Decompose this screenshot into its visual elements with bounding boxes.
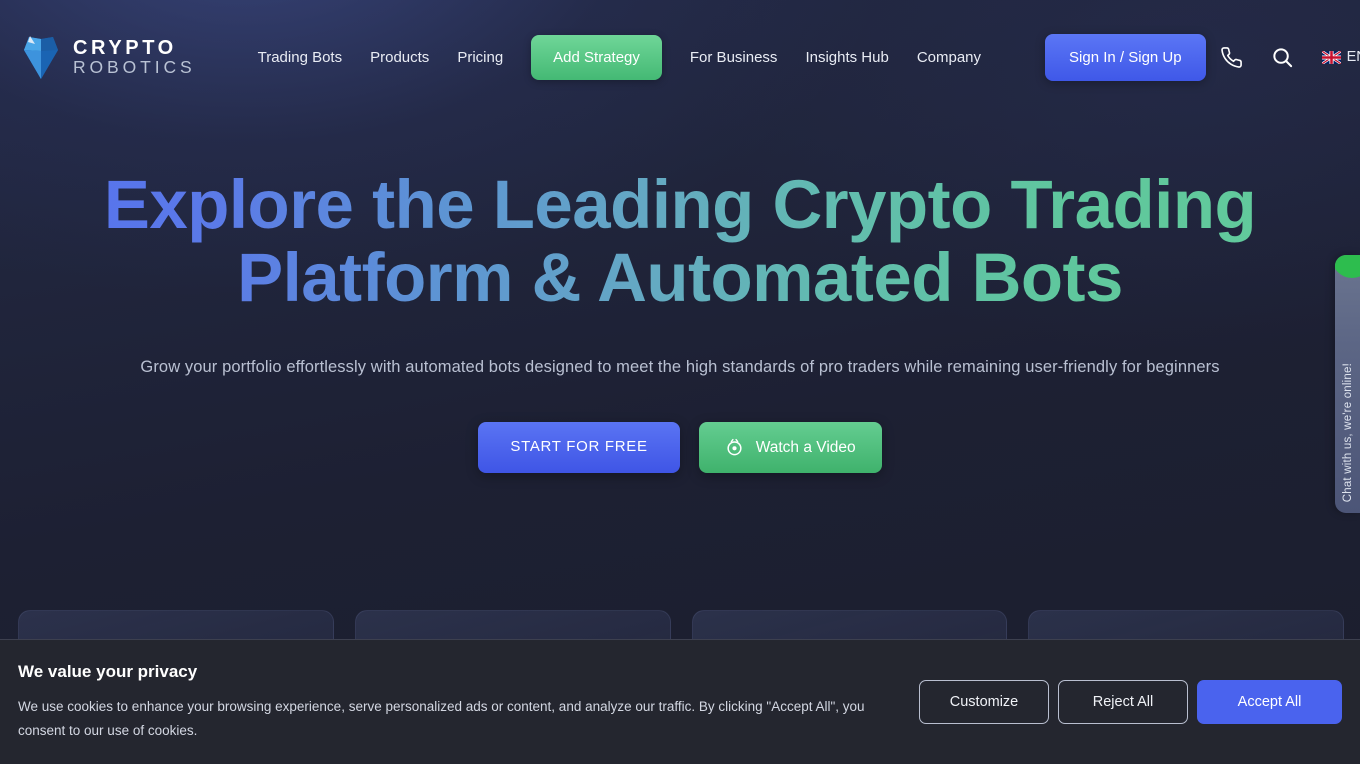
header-utility-icons: EN (1206, 38, 1360, 77)
play-circle-icon (727, 439, 742, 456)
cookie-consent-banner: We value your privacy We use cookies to … (0, 639, 1360, 764)
customize-cookies-button[interactable]: Customize (919, 680, 1049, 724)
cookie-banner-body: We use cookies to enhance your browsing … (18, 698, 865, 738)
hero-subtitle: Grow your portfolio effortlessly with au… (140, 358, 1220, 377)
phone-icon[interactable] (1206, 38, 1257, 77)
watch-a-video-button[interactable]: Watch a Video (698, 422, 882, 474)
start-for-free-button[interactable]: START FOR FREE (478, 422, 680, 474)
cookie-banner-buttons: Customize Reject All Accept All (919, 680, 1342, 724)
language-selector[interactable]: EN (1308, 41, 1360, 73)
chat-widget-tab[interactable]: Chat with us, we're online! (1335, 255, 1360, 513)
page-title: Explore the Leading Crypto Trading Platf… (0, 168, 1360, 314)
nav-item-trading-bots[interactable]: Trading Bots (244, 39, 357, 76)
nav-item-company[interactable]: Company (903, 39, 995, 76)
logo[interactable]: CRYPTO ROBOTICS (22, 35, 196, 80)
search-icon[interactable] (1257, 38, 1308, 77)
watch-a-video-label: Watch a Video (755, 438, 856, 456)
uk-flag-icon (1321, 50, 1341, 64)
main-navigation: Trading Bots Products Pricing Add Strate… (244, 33, 1206, 81)
nav-item-insights-hub[interactable]: Insights Hub (791, 39, 902, 76)
chat-widget-label: Chat with us, we're online! (1341, 362, 1354, 502)
language-code: EN (1346, 49, 1360, 65)
nav-item-for-business[interactable]: For Business (676, 39, 792, 76)
cookie-banner-title: We value your privacy (18, 661, 198, 681)
hero-cta-row: START FOR FREE Watch a Video (0, 422, 1360, 474)
logo-text: CRYPTO ROBOTICS (73, 38, 196, 77)
sign-in-sign-up-button[interactable]: Sign In / Sign Up (1045, 33, 1206, 81)
site-header: CRYPTO ROBOTICS Trading Bots Products Pr… (0, 0, 1360, 140)
chat-online-status-indicator (1335, 255, 1360, 278)
cookie-text-column: We value your privacy We use cookies to … (18, 662, 919, 742)
page-root: CRYPTO ROBOTICS Trading Bots Products Pr… (0, 0, 1360, 764)
hero-section: Explore the Leading Crypto Trading Platf… (0, 168, 1360, 474)
logo-line-1: CRYPTO (73, 36, 177, 59)
gem-icon (24, 35, 58, 79)
logo-line-2: ROBOTICS (73, 57, 196, 78)
nav-item-products[interactable]: Products (356, 39, 443, 76)
add-strategy-button[interactable]: Add Strategy (531, 34, 662, 80)
accept-all-cookies-button[interactable]: Accept All (1197, 680, 1342, 724)
nav-item-pricing[interactable]: Pricing (443, 39, 517, 76)
reject-all-cookies-button[interactable]: Reject All (1058, 680, 1188, 724)
